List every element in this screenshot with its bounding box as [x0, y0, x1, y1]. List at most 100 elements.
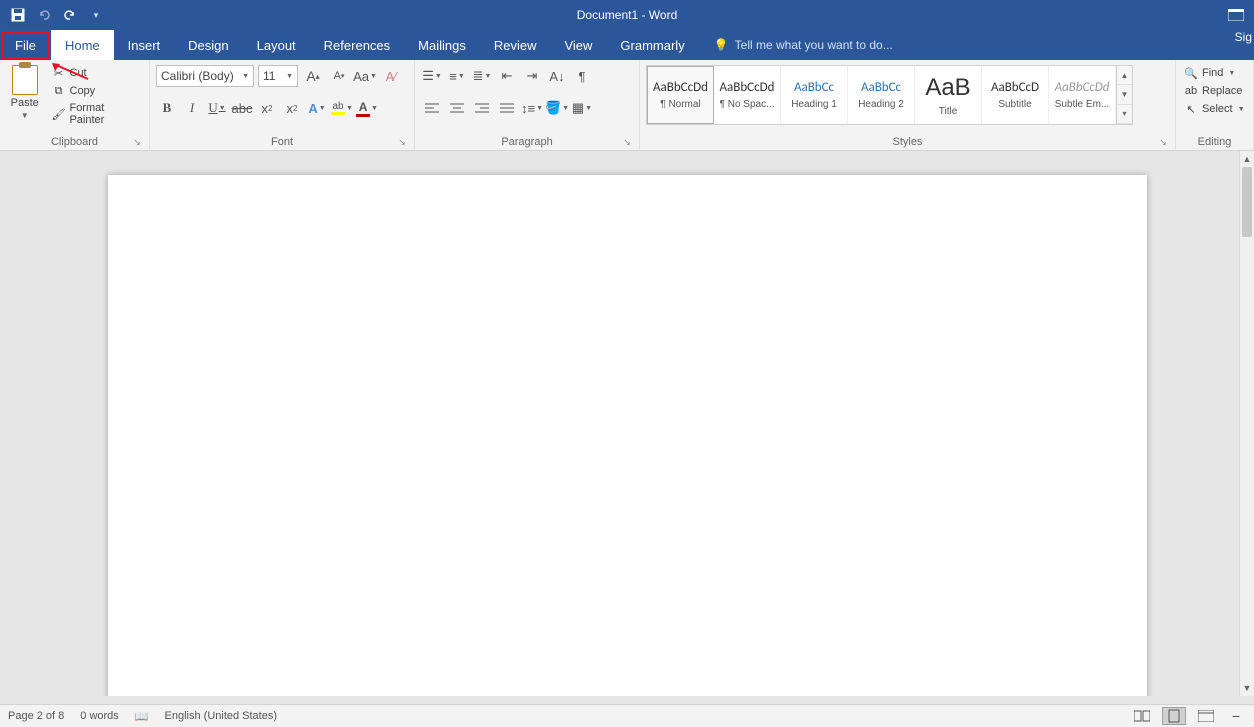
scroll-up-icon[interactable]: ▲: [1240, 151, 1254, 167]
text-effects-button[interactable]: A▼: [306, 97, 328, 119]
redo-icon[interactable]: [62, 7, 78, 23]
font-group-label: Font: [271, 136, 293, 148]
increase-indent-button[interactable]: ⇥: [521, 65, 543, 87]
page-indicator[interactable]: Page 2 of 8: [8, 710, 64, 722]
strikethrough-button[interactable]: abc: [231, 97, 253, 119]
style-name-label: ¶ No Spac...: [720, 99, 775, 110]
style-item-heading-1[interactable]: AaBbCcHeading 1: [781, 66, 848, 124]
quick-access-toolbar: ▾: [0, 7, 104, 23]
editing-group-label: Editing: [1198, 136, 1232, 148]
document-title: Document1 - Word: [577, 8, 677, 22]
cut-button[interactable]: ✂Cut: [50, 65, 144, 81]
gallery-scroll-down-icon[interactable]: ▼: [1117, 85, 1132, 104]
underline-button[interactable]: U▼: [206, 97, 228, 119]
bold-button[interactable]: B: [156, 97, 178, 119]
grow-font-button[interactable]: A▴: [302, 65, 324, 87]
style-item--no-spac-[interactable]: AaBbCcDd ¶ No Spac...: [714, 66, 781, 124]
search-icon: 🔍: [1184, 66, 1198, 80]
format-painter-button[interactable]: 🖌Format Painter: [50, 101, 144, 127]
group-paragraph: ☰▼ ≡▼ ≣▼ ⇤ ⇥ A↓ ¶ ↕≡▼ 🪣▼ ▦▼ Paragraph↘: [415, 60, 640, 150]
line-spacing-button[interactable]: ↕≡▼: [521, 97, 543, 119]
tab-insert[interactable]: Insert: [114, 30, 175, 60]
show-paragraph-marks-button[interactable]: ¶: [571, 65, 593, 87]
group-clipboard: Paste ▼ ✂Cut ⧉Copy 🖌Format Painter Clipb…: [0, 60, 150, 150]
vertical-scrollbar[interactable]: ▲ ▼: [1239, 151, 1254, 696]
ribbon-display-options-icon[interactable]: [1228, 9, 1244, 21]
find-label: Find: [1202, 67, 1223, 79]
font-launcher-icon[interactable]: ↘: [396, 136, 408, 148]
font-color-button[interactable]: A▼: [356, 97, 378, 119]
select-button[interactable]: ↖Select▼: [1182, 101, 1247, 117]
scroll-thumb[interactable]: [1242, 167, 1252, 237]
tell-me-search[interactable]: 💡 Tell me what you want to do...: [714, 30, 893, 60]
undo-icon[interactable]: [36, 7, 52, 23]
tab-grammarly[interactable]: Grammarly: [606, 30, 698, 60]
style-item--normal[interactable]: AaBbCcDd¶ Normal: [647, 66, 714, 124]
gallery-more-icon[interactable]: ▾: [1117, 105, 1132, 124]
style-preview: AaBbCcDd: [720, 80, 775, 95]
bullets-button[interactable]: ☰▼: [421, 65, 443, 87]
paragraph-launcher-icon[interactable]: ↘: [621, 136, 633, 148]
copy-button[interactable]: ⧉Copy: [50, 83, 144, 99]
paste-button[interactable]: Paste ▼: [6, 65, 44, 120]
find-button[interactable]: 🔍Find▼: [1182, 65, 1247, 81]
justify-button[interactable]: [496, 97, 518, 119]
decrease-indent-button[interactable]: ⇤: [496, 65, 518, 87]
align-right-button[interactable]: [471, 97, 493, 119]
tab-layout[interactable]: Layout: [243, 30, 310, 60]
document-page[interactable]: [108, 175, 1147, 696]
change-case-button[interactable]: Aa▼: [354, 65, 376, 87]
superscript-button[interactable]: x2: [281, 97, 303, 119]
font-size-combo[interactable]: 11▼: [258, 65, 298, 87]
tab-view[interactable]: View: [550, 30, 606, 60]
font-name-combo[interactable]: Calibri (Body)▼: [156, 65, 254, 87]
word-count[interactable]: 0 words: [80, 710, 119, 722]
gallery-scroll-up-icon[interactable]: ▲: [1117, 66, 1132, 85]
paste-dropdown-icon[interactable]: ▼: [21, 111, 29, 120]
styles-launcher-icon[interactable]: ↘: [1157, 136, 1169, 148]
tab-review[interactable]: Review: [480, 30, 551, 60]
qat-customize-icon[interactable]: ▾: [88, 7, 104, 23]
zoom-out-button[interactable]: −: [1226, 708, 1246, 724]
lightbulb-icon: 💡: [714, 38, 729, 52]
sort-button[interactable]: A↓: [546, 65, 568, 87]
multilevel-list-button[interactable]: ≣▼: [471, 65, 493, 87]
save-icon[interactable]: [10, 7, 26, 23]
highlight-button[interactable]: ab▼: [331, 97, 353, 119]
tab-home[interactable]: Home: [51, 30, 114, 60]
tab-references[interactable]: References: [310, 30, 404, 60]
web-layout-button[interactable]: [1194, 707, 1218, 725]
sign-in-link[interactable]: Sig: [1235, 30, 1252, 44]
tab-file[interactable]: File: [1, 31, 50, 59]
style-item-title[interactable]: AaBTitle: [915, 66, 982, 124]
replace-label: Replace: [1202, 85, 1242, 97]
align-left-button[interactable]: [421, 97, 443, 119]
read-mode-button[interactable]: [1130, 707, 1154, 725]
subscript-button[interactable]: x2: [256, 97, 278, 119]
tab-mailings[interactable]: Mailings: [404, 30, 480, 60]
language-indicator[interactable]: English (United States): [165, 710, 278, 722]
borders-button[interactable]: ▦▼: [571, 97, 593, 119]
spellcheck-icon[interactable]: 📖: [135, 710, 149, 723]
tab-design[interactable]: Design: [174, 30, 242, 60]
clipboard-launcher-icon[interactable]: ↘: [131, 136, 143, 148]
clipboard-icon: [12, 65, 38, 95]
title-bar: ▾ Document1 - Word: [0, 0, 1254, 30]
tell-me-placeholder: Tell me what you want to do...: [735, 38, 893, 52]
chevron-down-icon: ▼: [286, 73, 293, 80]
status-bar: Page 2 of 8 0 words 📖 English (United St…: [0, 704, 1254, 727]
style-item-subtle-em-[interactable]: AaBbCcDdSubtle Em...: [1049, 66, 1116, 124]
align-center-button[interactable]: [446, 97, 468, 119]
scroll-down-icon[interactable]: ▼: [1240, 680, 1254, 696]
style-item-subtitle[interactable]: AaBbCcDSubtitle: [982, 66, 1049, 124]
numbering-button[interactable]: ≡▼: [446, 65, 468, 87]
scroll-track[interactable]: [1240, 167, 1254, 680]
style-item-heading-2[interactable]: AaBbCcHeading 2: [848, 66, 915, 124]
italic-button[interactable]: I: [181, 97, 203, 119]
print-layout-button[interactable]: [1162, 707, 1186, 725]
shrink-font-button[interactable]: A▾: [328, 65, 350, 87]
styles-gallery: AaBbCcDd¶ NormalAaBbCcDd¶ No Spac...AaBb…: [646, 65, 1133, 125]
replace-button[interactable]: abReplace: [1182, 83, 1247, 99]
shading-button[interactable]: 🪣▼: [546, 97, 568, 119]
clear-formatting-button[interactable]: A⁄: [380, 65, 402, 87]
